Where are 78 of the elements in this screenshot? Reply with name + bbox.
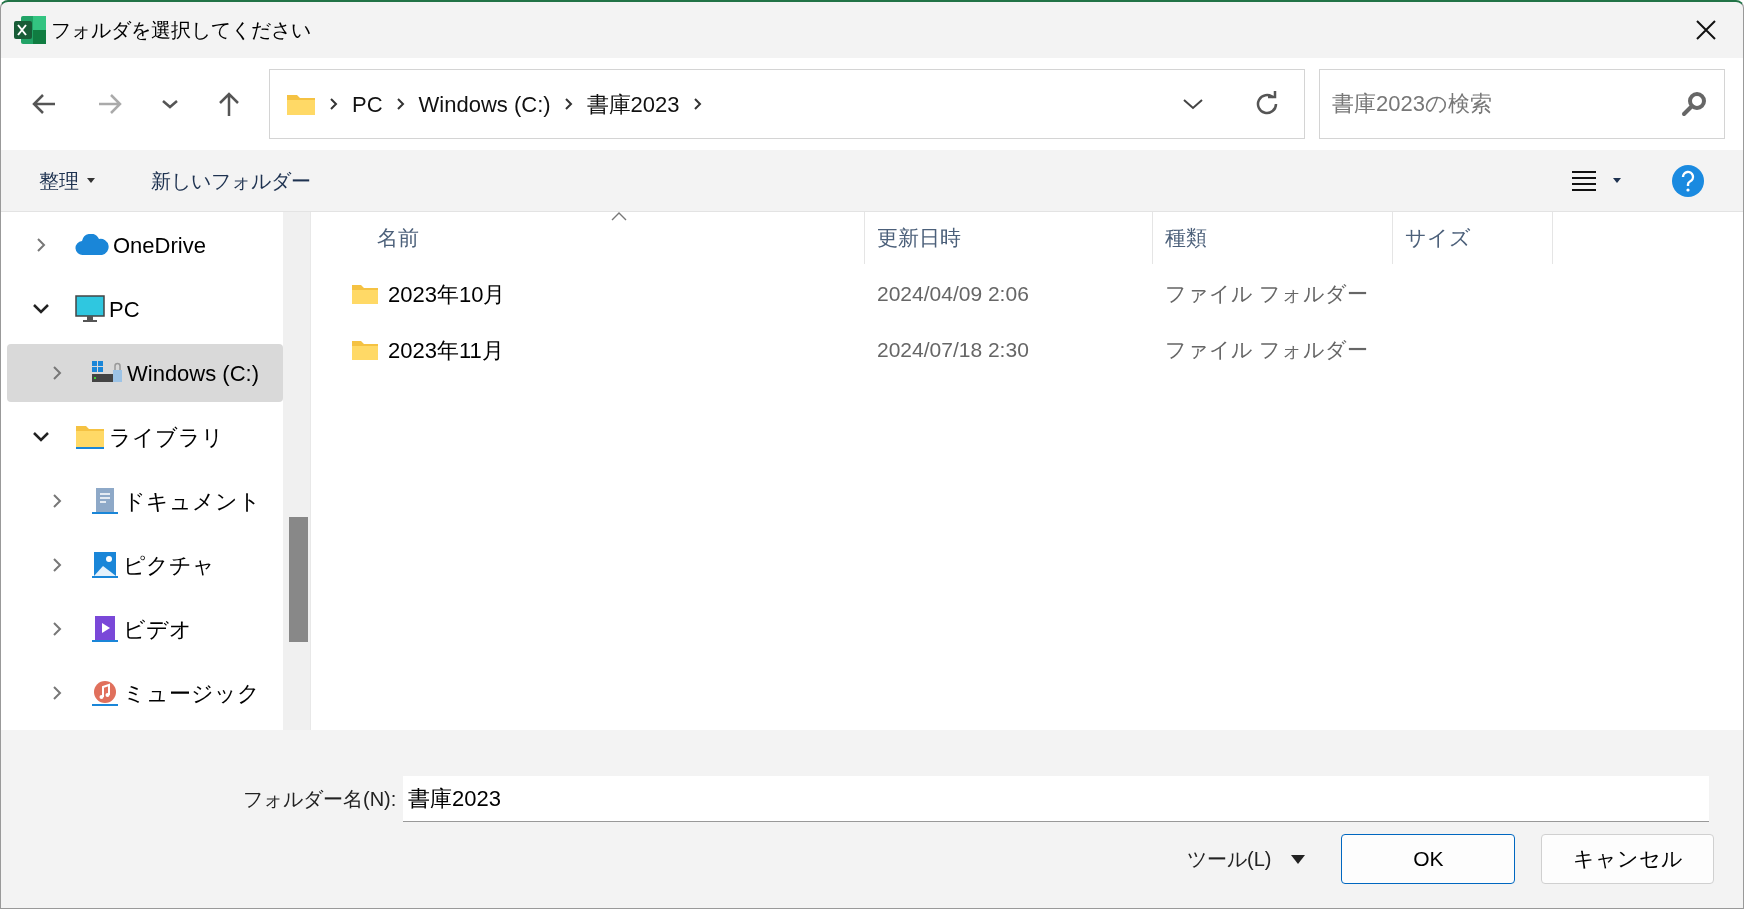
- picture-icon: [91, 551, 119, 579]
- chevron-down-icon[interactable]: [1182, 97, 1204, 111]
- tree-item[interactable]: ライブラリ: [7, 408, 283, 466]
- folder-icon: [351, 283, 379, 305]
- window-title: フォルダを選択してください: [51, 18, 311, 43]
- ok-button[interactable]: OK: [1341, 834, 1516, 884]
- file-type: ファイル フォルダー: [1164, 337, 1369, 364]
- chevron-right-icon: [693, 97, 702, 111]
- list-view-icon: [1571, 169, 1597, 192]
- chevron-right-icon[interactable]: [52, 557, 62, 573]
- chevron-right-icon: [564, 97, 573, 111]
- tree-item-label: PC: [109, 295, 140, 324]
- folder-icon: [75, 424, 105, 450]
- close-icon: [1695, 19, 1717, 41]
- chevron-right-icon: [396, 97, 405, 111]
- chevron-right-icon[interactable]: [52, 365, 62, 381]
- column-header[interactable]: 名前: [311, 212, 865, 264]
- file-name[interactable]: 2023年11月: [388, 333, 504, 367]
- tree-item-label: ピクチャ: [123, 551, 215, 580]
- breadcrumb-item[interactable]: PC: [352, 87, 383, 121]
- chevron-right-icon: [330, 97, 338, 111]
- tools-button[interactable]: ツール(L): [1187, 844, 1306, 874]
- cancel-button[interactable]: キャンセル: [1541, 834, 1715, 884]
- new-folder-button[interactable]: 新しいフォルダー: [151, 165, 311, 196]
- column-header[interactable]: サイズ: [1393, 212, 1553, 264]
- folder-icon: [286, 92, 316, 116]
- help-icon[interactable]: [1671, 163, 1705, 198]
- cloud-icon: [75, 234, 109, 256]
- chevron-right-icon[interactable]: [52, 493, 62, 509]
- search-icon: [1681, 91, 1707, 117]
- tree-item-label: ビデオ: [123, 615, 192, 644]
- view-button[interactable]: [1571, 169, 1621, 192]
- column-header[interactable]: 更新日時: [865, 212, 1153, 264]
- search-field[interactable]: 書庫2023の検索: [1319, 69, 1725, 139]
- chevron-right-icon[interactable]: [52, 685, 62, 701]
- caret-down-icon: [1291, 854, 1306, 864]
- scrollbar-thumb[interactable]: [289, 517, 308, 642]
- tree-item-label: ライブラリ: [109, 423, 224, 452]
- file-name[interactable]: 2023年10月: [388, 277, 506, 311]
- address-bar[interactable]: PC Windows (C:) 書庫2023: [269, 69, 1305, 139]
- chevron-right-icon[interactable]: [52, 621, 62, 637]
- tree-item-label: Windows (C:): [127, 359, 259, 388]
- chevron-down-icon[interactable]: [32, 431, 50, 443]
- excel-icon: [13, 15, 47, 45]
- forward-arrow-icon: [97, 93, 123, 115]
- column-header[interactable]: 種類: [1153, 212, 1393, 264]
- tree-item[interactable]: PC: [7, 280, 283, 338]
- back-arrow-icon: [31, 93, 57, 115]
- breadcrumb-item[interactable]: Windows (C:): [418, 87, 551, 121]
- caret-down-icon: [87, 178, 95, 183]
- caret-down-icon: [1613, 178, 1621, 183]
- chevron-right-icon[interactable]: [36, 237, 46, 253]
- folder-name-label: フォルダー名(N):: [243, 787, 398, 812]
- folder-icon: [351, 339, 379, 361]
- document-icon: [91, 487, 119, 515]
- modified-date: 2024/07/18 2:30: [876, 337, 1030, 364]
- tree-item-label: ミュージック: [123, 679, 260, 708]
- tree-item[interactable]: ドキュメント: [7, 472, 283, 530]
- chevron-down-icon[interactable]: [32, 303, 50, 315]
- tree-item[interactable]: OneDrive: [7, 216, 283, 274]
- tree-item[interactable]: ミュージック: [7, 664, 283, 722]
- folder-name-field[interactable]: 書庫2023: [403, 776, 1709, 822]
- tree-item[interactable]: ビデオ: [7, 600, 283, 658]
- tree-item-label: ドキュメント: [123, 487, 261, 516]
- organize-button[interactable]: 整理: [39, 165, 95, 196]
- tree-item-label: OneDrive: [113, 231, 206, 260]
- modified-date: 2024/04/09 2:06: [876, 281, 1030, 308]
- sort-ascending-icon: [611, 212, 627, 221]
- video-icon: [91, 615, 119, 643]
- music-icon: [91, 679, 119, 707]
- monitor-icon: [75, 295, 105, 323]
- tree-item[interactable]: Windows (C:): [7, 344, 283, 402]
- file-type: ファイル フォルダー: [1164, 281, 1369, 308]
- refresh-icon[interactable]: [1254, 91, 1280, 117]
- chevron-down-icon: [161, 99, 179, 109]
- up-arrow-icon: [217, 91, 241, 117]
- tree-item[interactable]: ピクチャ: [7, 536, 283, 594]
- breadcrumb-item[interactable]: 書庫2023: [586, 87, 680, 121]
